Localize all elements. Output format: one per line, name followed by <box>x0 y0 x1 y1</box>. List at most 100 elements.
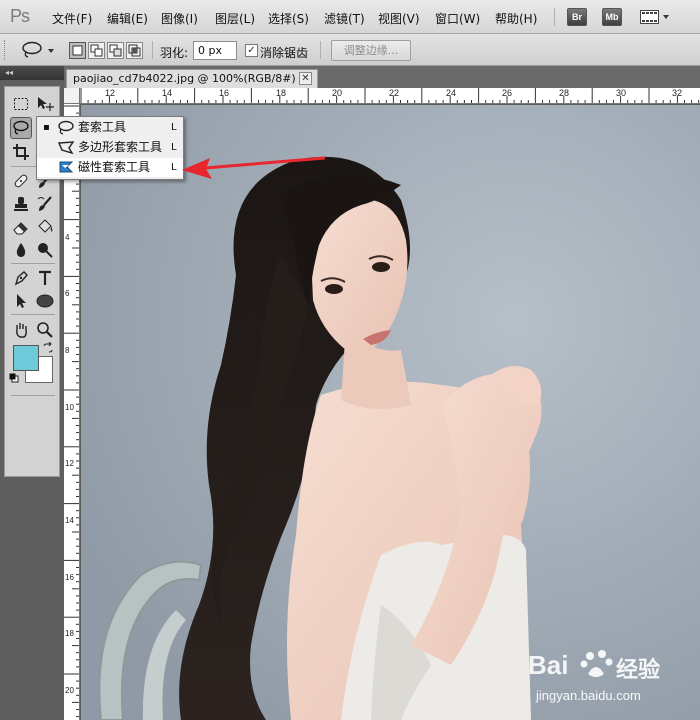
default-colors-button[interactable] <box>9 373 21 388</box>
paint-bucket-icon <box>38 219 53 233</box>
foreground-color-swatch[interactable] <box>13 345 39 371</box>
hand-icon <box>16 323 27 338</box>
polygonal-lasso-icon <box>57 140 75 155</box>
watermark-brand-cn: 经验 <box>616 658 661 683</box>
document-tab-bar: paojiao_cd7b4022.jpg @ 100%(RGB/8#) ✕ <box>64 66 700 88</box>
document-tab[interactable]: paojiao_cd7b4022.jpg @ 100%(RGB/8#) ✕ <box>66 69 318 88</box>
anti-alias-checkbox[interactable]: ✓ <box>245 44 258 57</box>
tool-preset-picker[interactable] <box>18 40 58 60</box>
tool-separator <box>11 395 55 396</box>
baidu-jingyan-watermark: Bai 经验 jingyan.baidu.com <box>528 650 698 712</box>
marquee-tool[interactable] <box>10 93 32 115</box>
menu-separator <box>554 8 555 26</box>
menu-select[interactable]: 选择(S) <box>268 10 309 27</box>
crop-tool[interactable] <box>10 141 32 163</box>
menu-view[interactable]: 视图(V) <box>378 10 420 27</box>
flyout-item-polygonal-lasso[interactable]: 多边形套索工具 L <box>37 138 183 157</box>
swap-arrow-icon <box>43 341 53 353</box>
vertical-ruler[interactable]: 2 4 6 8 10 12 14 16 18 20 <box>64 104 80 720</box>
move-tool[interactable] <box>34 93 56 115</box>
subtract-selection-icon <box>109 44 122 57</box>
subtract-from-selection-button[interactable] <box>107 42 124 59</box>
menu-help[interactable]: 帮助(H) <box>495 10 537 27</box>
refine-edge-button[interactable]: 调整边缘... <box>331 40 411 61</box>
ruler-label: 16 <box>219 88 230 98</box>
ellipse-tool[interactable] <box>34 290 56 312</box>
flyout-item-shortcut: L <box>171 122 177 133</box>
feather-input[interactable]: 0 px <box>193 41 237 60</box>
horizontal-ruler[interactable]: 12 14 16 18 20 22 24 26 28 30 32 <box>80 88 700 104</box>
clone-stamp-tool[interactable] <box>10 193 32 215</box>
flyout-item-label: 套索工具 <box>78 120 127 134</box>
new-selection-button[interactable] <box>69 42 86 59</box>
ruler-label: 10 <box>65 403 74 412</box>
document-tab-title: paojiao_cd7b4022.jpg @ 100%(RGB/8#) <box>73 72 296 85</box>
ruler-label: 8 <box>65 346 70 355</box>
menu-image[interactable]: 图像(I) <box>161 10 198 27</box>
flyout-item-label: 多边形套索工具 <box>78 140 163 154</box>
ruler-label: 6 <box>65 289 70 298</box>
ruler-label: 12 <box>105 88 116 98</box>
screen-mode-button[interactable] <box>640 8 669 26</box>
mini-bridge-button[interactable]: Mb <box>602 8 622 26</box>
tools-panel-header[interactable]: ◂◂ <box>0 66 64 80</box>
document-canvas[interactable] <box>81 105 700 720</box>
ruler-label: 18 <box>65 629 74 638</box>
dodge-tool[interactable] <box>34 239 56 261</box>
magnifier-icon <box>37 322 53 338</box>
current-tool-marker: ▪ <box>43 122 50 133</box>
bridge-button[interactable]: Br <box>567 8 587 26</box>
stamp-icon <box>14 197 28 211</box>
menu-bar: Ps 文件(F) 编辑(E) 图像(I) 图层(L) 选择(S) 滤镜(T) 视… <box>0 0 700 34</box>
feather-label: 羽化: <box>160 46 189 60</box>
menu-layer[interactable]: 图层(L) <box>215 10 255 27</box>
options-separator <box>320 41 321 59</box>
ruler-label: 32 <box>672 88 683 98</box>
menu-filter[interactable]: 滤镜(T) <box>324 10 365 27</box>
close-tab-button[interactable]: ✕ <box>299 72 312 85</box>
lasso-tool-flyout: ▪ 套索工具 L 多边形套索工具 L 磁性套索工具 L <box>36 116 184 180</box>
menu-file[interactable]: 文件(F) <box>52 10 92 27</box>
eraser-icon <box>13 222 28 235</box>
path-selection-tool[interactable] <box>10 290 32 312</box>
zoom-tool[interactable] <box>34 319 56 341</box>
ruler-label: 26 <box>502 88 513 98</box>
ruler-origin[interactable] <box>64 88 80 104</box>
blur-tool[interactable] <box>10 239 32 261</box>
history-brush-icon <box>37 196 52 211</box>
lasso-icon <box>13 120 29 135</box>
history-brush-tool[interactable] <box>34 193 56 215</box>
screen-mode-icon <box>640 10 669 24</box>
type-tool[interactable] <box>34 267 56 289</box>
eraser-tool[interactable] <box>10 216 32 238</box>
swap-colors-button[interactable] <box>42 341 54 357</box>
options-bar-grip[interactable] <box>4 40 7 60</box>
ruler-label: 4 <box>65 233 70 242</box>
ruler-label: 14 <box>65 516 74 525</box>
magnetic-lasso-icon <box>57 160 75 175</box>
intersect-selection-button[interactable] <box>126 42 143 59</box>
pen-tool[interactable] <box>10 267 32 289</box>
hand-tool[interactable] <box>10 319 32 341</box>
lasso-icon <box>57 120 75 135</box>
tool-separator <box>11 314 55 315</box>
flyout-item-lasso[interactable]: ▪ 套索工具 L <box>37 118 183 137</box>
add-selection-icon <box>90 44 103 57</box>
menu-window[interactable]: 窗口(W) <box>435 10 480 27</box>
add-to-selection-button[interactable] <box>88 42 105 59</box>
paw-icon <box>580 648 614 685</box>
portrait-photo <box>81 105 700 720</box>
lasso-icon <box>22 41 54 58</box>
flyout-item-label: 磁性套索工具 <box>78 160 151 174</box>
watermark-url: jingyan.baidu.com <box>536 688 641 703</box>
options-bar: 羽化: 0 px ✓ 消除锯齿 调整边缘... <box>0 34 700 66</box>
tool-separator <box>11 263 55 264</box>
lasso-tool[interactable] <box>10 117 32 139</box>
annotation-arrow <box>182 156 326 179</box>
flyout-item-magnetic-lasso[interactable]: 磁性套索工具 L <box>37 158 183 177</box>
paint-bucket-tool[interactable] <box>34 216 56 238</box>
spot-healing-tool[interactable] <box>10 170 32 192</box>
ruler-label: 16 <box>65 573 74 582</box>
menu-edit[interactable]: 编辑(E) <box>107 10 148 27</box>
crop-icon <box>13 144 29 160</box>
